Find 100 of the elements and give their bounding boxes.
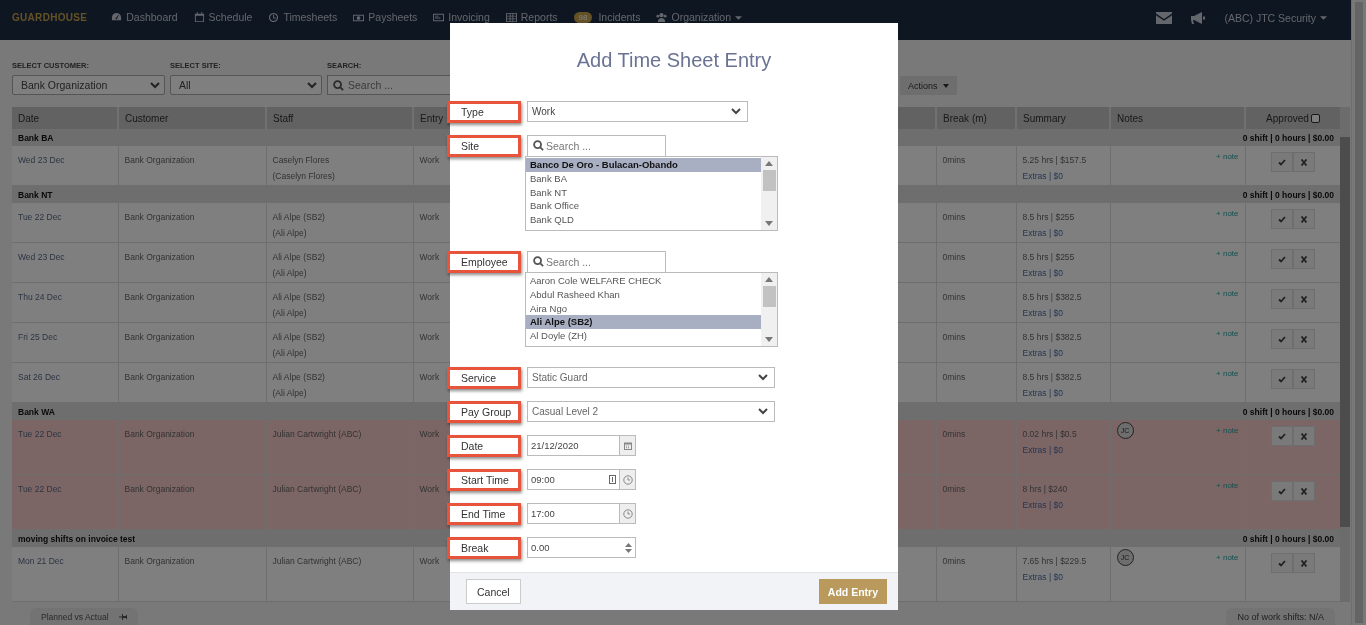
list-option[interactable]: Abdul Rasheed Khan [526, 287, 761, 302]
check-icon [1277, 335, 1286, 343]
list-box[interactable]: Aaron Cole WELFARE CHECK Abdul Rasheed Khan Aira Ngo Ali Alpe (SB2) Al Doyle (ZH) [525, 272, 778, 347]
list-box[interactable]: Banco De Oro - Bulacan-Obando Bank BA Bank NT Bank Office Bank QLD [525, 156, 778, 231]
reject-button[interactable] [1292, 329, 1315, 349]
table-cell-text: Extras | $0 [1022, 227, 1064, 240]
scrollbar[interactable] [761, 157, 777, 230]
list-option[interactable]: Bank NT [526, 185, 761, 200]
table-cell-text: Extras | $0 [1022, 444, 1064, 457]
close-icon [1299, 295, 1308, 303]
add-note-link[interactable]: + note [1216, 209, 1239, 218]
arrow-down-icon [765, 337, 773, 342]
add-note-link[interactable]: + note [1216, 289, 1239, 298]
select-field[interactable]: Work [527, 101, 748, 122]
approve-button[interactable] [1270, 426, 1293, 446]
list-option[interactable]: Al Doyle (ZH) [526, 329, 761, 343]
nav-link[interactable]: Timesheets [268, 12, 338, 23]
close-icon [1299, 559, 1308, 567]
cancel-button[interactable]: Cancel [466, 579, 521, 604]
table-cell-text: 8.5 hrs | $255 [1022, 251, 1076, 264]
column-header: Customer [118, 107, 266, 129]
list-option[interactable]: Bank Office [526, 199, 761, 214]
nav-link[interactable]: Paysheets [353, 12, 418, 23]
add-note-link[interactable]: + note [1216, 369, 1239, 378]
number-field[interactable]: 0.00 [527, 537, 636, 558]
approve-button[interactable] [1270, 249, 1293, 269]
add-note-link[interactable]: + note [1216, 152, 1239, 161]
account-menu[interactable]: (ABC) JTC Security [1224, 11, 1327, 24]
nav-link[interactable]: Invoicing [433, 12, 490, 23]
card-icon [433, 12, 445, 23]
logo[interactable]: GUARDHOUSE [12, 12, 88, 23]
scrollbar[interactable] [1351, 0, 1366, 625]
megaphone-icon [1190, 10, 1207, 25]
clock-button[interactable] [620, 469, 636, 490]
select-field[interactable]: Casual Level 2 [527, 401, 775, 422]
table-cell-text: 8.5 hrs | $382.5 [1022, 331, 1083, 344]
list-option[interactable]: Aaron Cole WELFARE CHECK [526, 274, 761, 288]
table-cell-text: (Ali Alpe) [272, 227, 308, 240]
nav-link[interactable]: Reports [505, 12, 558, 23]
reject-button[interactable] [1292, 152, 1315, 172]
reject-button[interactable] [1292, 481, 1315, 501]
close-icon [1299, 255, 1308, 263]
checkbox[interactable] [1310, 113, 1320, 123]
reject-button[interactable] [1292, 553, 1315, 573]
approve-button[interactable] [1270, 289, 1293, 309]
table-cell-text: (Caselyn Flores) [272, 170, 336, 183]
list-option[interactable]: Banco De Oro - Bulacan-Obando [526, 158, 761, 172]
time-field[interactable]: 09:00 [527, 469, 620, 490]
select-field[interactable]: Bank Organization [12, 75, 165, 95]
scrollbar[interactable] [1340, 107, 1350, 602]
table-cell-text: Fri 25 Dec [18, 331, 59, 344]
add-note-link[interactable]: + note [1216, 329, 1239, 338]
add-note-link[interactable]: + note [1216, 249, 1239, 258]
reject-button[interactable] [1292, 209, 1315, 229]
column-header: Approved [1266, 112, 1309, 124]
add-note-link[interactable]: + note [1216, 553, 1239, 562]
table-cell-text: Bank Organization [124, 154, 196, 167]
table-cell-text: 0mins [942, 251, 967, 264]
scrollbar-thumb[interactable] [762, 286, 776, 307]
scrollbar[interactable] [761, 273, 777, 346]
table-cell-text: 0mins [942, 331, 967, 344]
list-option[interactable]: Bank QLD [526, 213, 761, 227]
table-cell-text: Work [419, 154, 441, 167]
list-option[interactable]: Bank BA [526, 171, 761, 186]
tab[interactable]: Planned vs Actual [30, 608, 138, 625]
table-cell-text: Ali Alpe (SB2) [272, 371, 326, 384]
caret-icon [942, 83, 949, 88]
calendar-button[interactable] [620, 435, 636, 456]
clock-button[interactable] [620, 503, 636, 524]
nav-link[interactable]: Organization [656, 12, 743, 23]
reject-button[interactable] [1292, 369, 1315, 389]
check-icon [1277, 255, 1286, 263]
select-field[interactable]: Static Guard [527, 367, 775, 388]
approve-button[interactable] [1270, 369, 1293, 389]
nav-link[interactable]: Dashboard [111, 12, 178, 23]
search-field[interactable]: Search ... [527, 135, 666, 156]
table-cell-text: Ali Alpe (SB2) [272, 251, 326, 264]
approve-button[interactable] [1270, 481, 1293, 501]
nav-link[interactable]: Schedule [193, 12, 253, 23]
reject-button[interactable] [1292, 289, 1315, 309]
date-field[interactable]: 21/12/2020 [527, 435, 620, 456]
check-icon [1277, 559, 1286, 567]
close-icon [1299, 158, 1308, 166]
time-field[interactable]: 17:00 [527, 503, 620, 524]
nav-link[interactable]: 98 Incidents [573, 12, 641, 23]
select-field[interactable]: All [170, 75, 322, 95]
field-label: Break [447, 537, 521, 559]
approve-button[interactable] [1270, 152, 1293, 172]
list-option[interactable]: Ali Alpe (SB2) [526, 315, 761, 330]
approve-button[interactable] [1270, 209, 1293, 229]
add-entry-button[interactable]: Add Entry [818, 579, 887, 604]
approve-button[interactable] [1270, 329, 1293, 349]
scrollbar-thumb[interactable] [762, 170, 776, 191]
reject-button[interactable] [1292, 249, 1315, 269]
list-option[interactable]: Aira Ngo [526, 301, 761, 316]
search-field[interactable]: Search ... [527, 251, 666, 272]
reject-button[interactable] [1292, 426, 1315, 446]
actions-button[interactable]: Actions [900, 76, 957, 95]
table-cell-text: Julian Cartwright (ABC) [272, 555, 363, 568]
approve-button[interactable] [1270, 553, 1293, 573]
